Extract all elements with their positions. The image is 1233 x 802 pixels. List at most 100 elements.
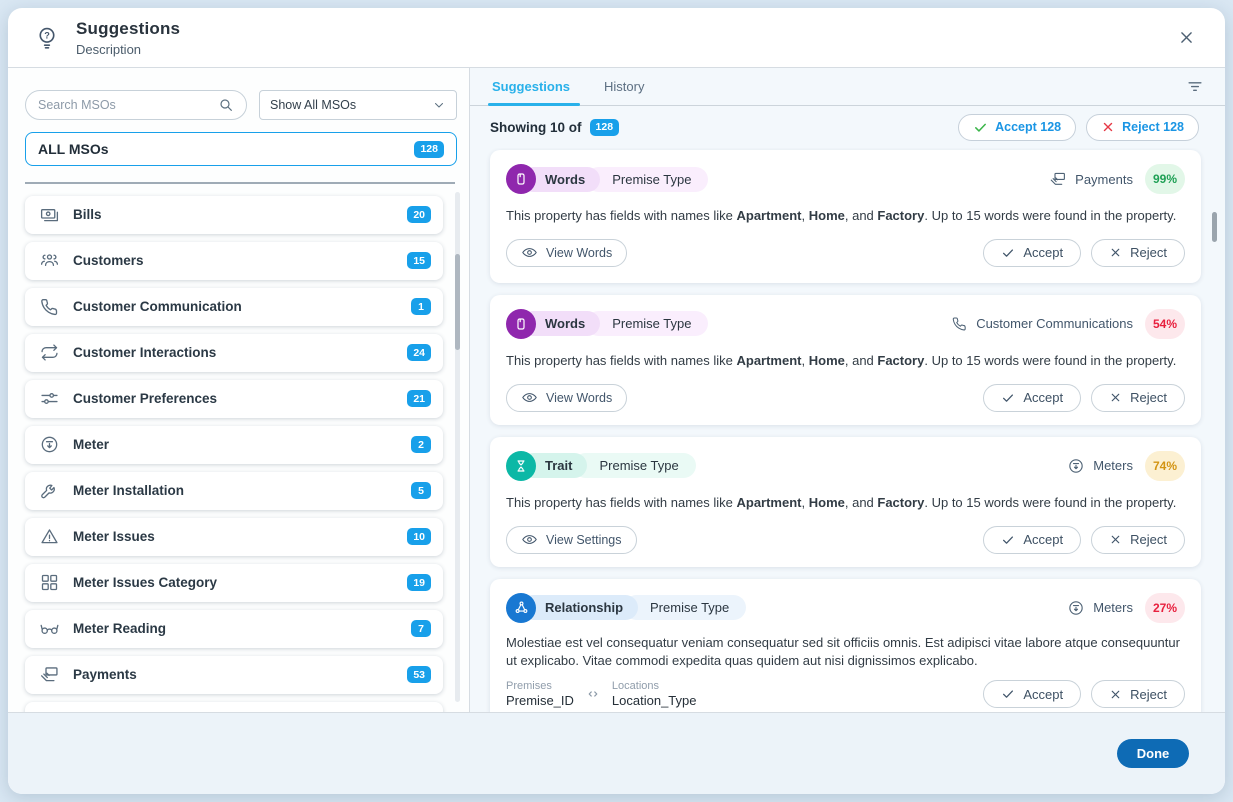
sidebar-item-meter-reading[interactable]: Meter Reading 7 bbox=[25, 610, 443, 648]
showing-count: Showing 10 of 128 bbox=[490, 119, 619, 136]
sidebar-item-meter[interactable]: Meter 2 bbox=[25, 426, 443, 464]
reject-all-button[interactable]: Reject 128 bbox=[1086, 114, 1199, 141]
eye-icon bbox=[521, 244, 538, 261]
target-label: Meters bbox=[1093, 458, 1133, 473]
mapping-source-value: Premise_ID bbox=[506, 693, 574, 708]
x-icon bbox=[1109, 688, 1122, 701]
view-settings-button[interactable]: View Settings bbox=[506, 526, 637, 554]
sidebar-item-customer-interactions[interactable]: Customer Interactions 24 bbox=[25, 334, 443, 372]
target-label: Meters bbox=[1093, 600, 1133, 615]
category-chip: Premise Type bbox=[586, 311, 708, 336]
meter-gauge-icon bbox=[1067, 599, 1085, 617]
dialog-footer: Done bbox=[8, 712, 1225, 794]
accept-button[interactable]: Accept bbox=[983, 384, 1081, 412]
search-input[interactable] bbox=[38, 98, 218, 112]
meter-gauge-icon bbox=[38, 434, 60, 456]
mso-sidebar: Show All MSOs ALL MSOs 128 Bills 20 bbox=[8, 68, 470, 712]
sidebar-item-customers[interactable]: Customers 15 bbox=[25, 242, 443, 280]
sidebar-item-meter-installation[interactable]: Meter Installation 5 bbox=[25, 472, 443, 510]
tab-suggestions[interactable]: Suggestions bbox=[490, 68, 572, 105]
tab-history[interactable]: History bbox=[602, 68, 646, 105]
phone-icon bbox=[951, 315, 968, 332]
search-mso-box bbox=[25, 90, 247, 120]
page-subtitle: Description bbox=[76, 42, 1173, 57]
check-icon bbox=[1001, 246, 1015, 260]
reject-button[interactable]: Reject bbox=[1091, 239, 1185, 267]
reject-button[interactable]: Reject bbox=[1091, 526, 1185, 554]
count-badge: 1 bbox=[411, 298, 431, 315]
count-badge: 24 bbox=[407, 344, 431, 361]
category-chip: Premise Type bbox=[573, 453, 695, 478]
suggestion-card: Relationship Premise Type Meters 27% Mol… bbox=[490, 579, 1201, 712]
reject-button[interactable]: Reject bbox=[1091, 384, 1185, 412]
svg-text:?: ? bbox=[44, 30, 50, 40]
repeat-icon bbox=[38, 342, 60, 364]
eye-icon bbox=[521, 531, 538, 548]
count-badge: 10 bbox=[407, 528, 431, 545]
target-label: Payments bbox=[1075, 172, 1133, 187]
confidence-badge: 74% bbox=[1145, 451, 1185, 481]
eye-icon bbox=[521, 389, 538, 406]
tab-bar: Suggestions History bbox=[470, 68, 1225, 106]
reject-button[interactable]: Reject bbox=[1091, 680, 1185, 708]
count-badge: 128 bbox=[590, 119, 620, 136]
payments-icon bbox=[1049, 170, 1067, 188]
house-icon bbox=[38, 710, 60, 713]
panel-scrollbar[interactable] bbox=[1212, 150, 1217, 702]
accept-all-button[interactable]: Accept 128 bbox=[958, 114, 1076, 141]
check-icon bbox=[1001, 687, 1015, 701]
grid-icon bbox=[38, 572, 60, 594]
words-icon bbox=[506, 309, 536, 339]
mso-list: Bills 20 Customers 15 Customer Communica… bbox=[8, 184, 469, 713]
suggestion-card: Words Premise Type Customer Communicatio… bbox=[490, 295, 1201, 425]
suggestion-card: Words Premise Type Payments 99% This pro… bbox=[490, 150, 1201, 283]
suggestion-description: Molestiae est vel consequatur veniam con… bbox=[506, 634, 1185, 672]
filter-icon[interactable] bbox=[1185, 77, 1205, 97]
sliders-icon bbox=[38, 388, 60, 410]
accept-button[interactable]: Accept bbox=[983, 239, 1081, 267]
dialog-header: ? Suggestions Description bbox=[8, 8, 1225, 68]
suggestion-card: Trait Premise Type Meters 74% This prope… bbox=[490, 437, 1201, 567]
sidebar-item-all-msos[interactable]: ALL MSOs 128 bbox=[25, 132, 457, 166]
search-icon bbox=[218, 97, 234, 113]
count-badge: 128 bbox=[414, 141, 444, 158]
confidence-badge: 99% bbox=[1145, 164, 1185, 194]
confidence-badge: 27% bbox=[1145, 593, 1185, 623]
sidebar-item-meter-issues-category[interactable]: Meter Issues Category 19 bbox=[25, 564, 443, 602]
confidence-badge: 54% bbox=[1145, 309, 1185, 339]
sidebar-item-meter-issues[interactable]: Meter Issues 10 bbox=[25, 518, 443, 556]
sidebar-item-bills[interactable]: Bills 20 bbox=[25, 196, 443, 234]
page-title: Suggestions bbox=[76, 19, 1173, 39]
all-msos-label: ALL MSOs bbox=[38, 141, 109, 157]
sidebar-item-premise[interactable]: Premise 2 bbox=[25, 702, 443, 713]
count-badge: 7 bbox=[411, 620, 431, 637]
accept-button[interactable]: Accept bbox=[983, 680, 1081, 708]
meter-gauge-icon bbox=[1067, 457, 1085, 475]
count-badge: 20 bbox=[407, 206, 431, 223]
suggestion-description: This property has fields with names like… bbox=[506, 352, 1185, 371]
view-words-button[interactable]: View Words bbox=[506, 239, 627, 267]
customers-icon bbox=[38, 250, 60, 272]
sidebar-item-customer-communication[interactable]: Customer Communication 1 bbox=[25, 288, 443, 326]
suggestion-description: This property has fields with names like… bbox=[506, 494, 1185, 513]
view-words-button[interactable]: View Words bbox=[506, 384, 627, 412]
sidebar-scrollbar[interactable] bbox=[455, 192, 460, 702]
type-chip: Relationship bbox=[521, 595, 638, 620]
chevron-down-icon bbox=[432, 98, 446, 112]
sidebar-item-customer-preferences[interactable]: Customer Preferences 21 bbox=[25, 380, 443, 418]
count-badge: 2 bbox=[411, 436, 431, 453]
done-button[interactable]: Done bbox=[1117, 739, 1189, 768]
field-mapping: Premises Premise_ID Locations Location_T… bbox=[506, 680, 697, 708]
accept-button[interactable]: Accept bbox=[983, 526, 1081, 554]
check-icon bbox=[1001, 533, 1015, 547]
sidebar-item-payments[interactable]: Payments 53 bbox=[25, 656, 443, 694]
close-icon[interactable] bbox=[1173, 25, 1199, 51]
mapping-source-title: Premises bbox=[506, 680, 574, 692]
count-badge: 21 bbox=[407, 390, 431, 407]
phone-icon bbox=[38, 296, 60, 318]
x-icon bbox=[1109, 246, 1122, 259]
show-all-msos-dropdown[interactable]: Show All MSOs bbox=[259, 90, 457, 120]
warning-icon bbox=[38, 526, 60, 548]
network-icon bbox=[506, 593, 536, 623]
suggestions-toolbar: Showing 10 of 128 Accept 128 Reject 128 bbox=[470, 106, 1225, 148]
